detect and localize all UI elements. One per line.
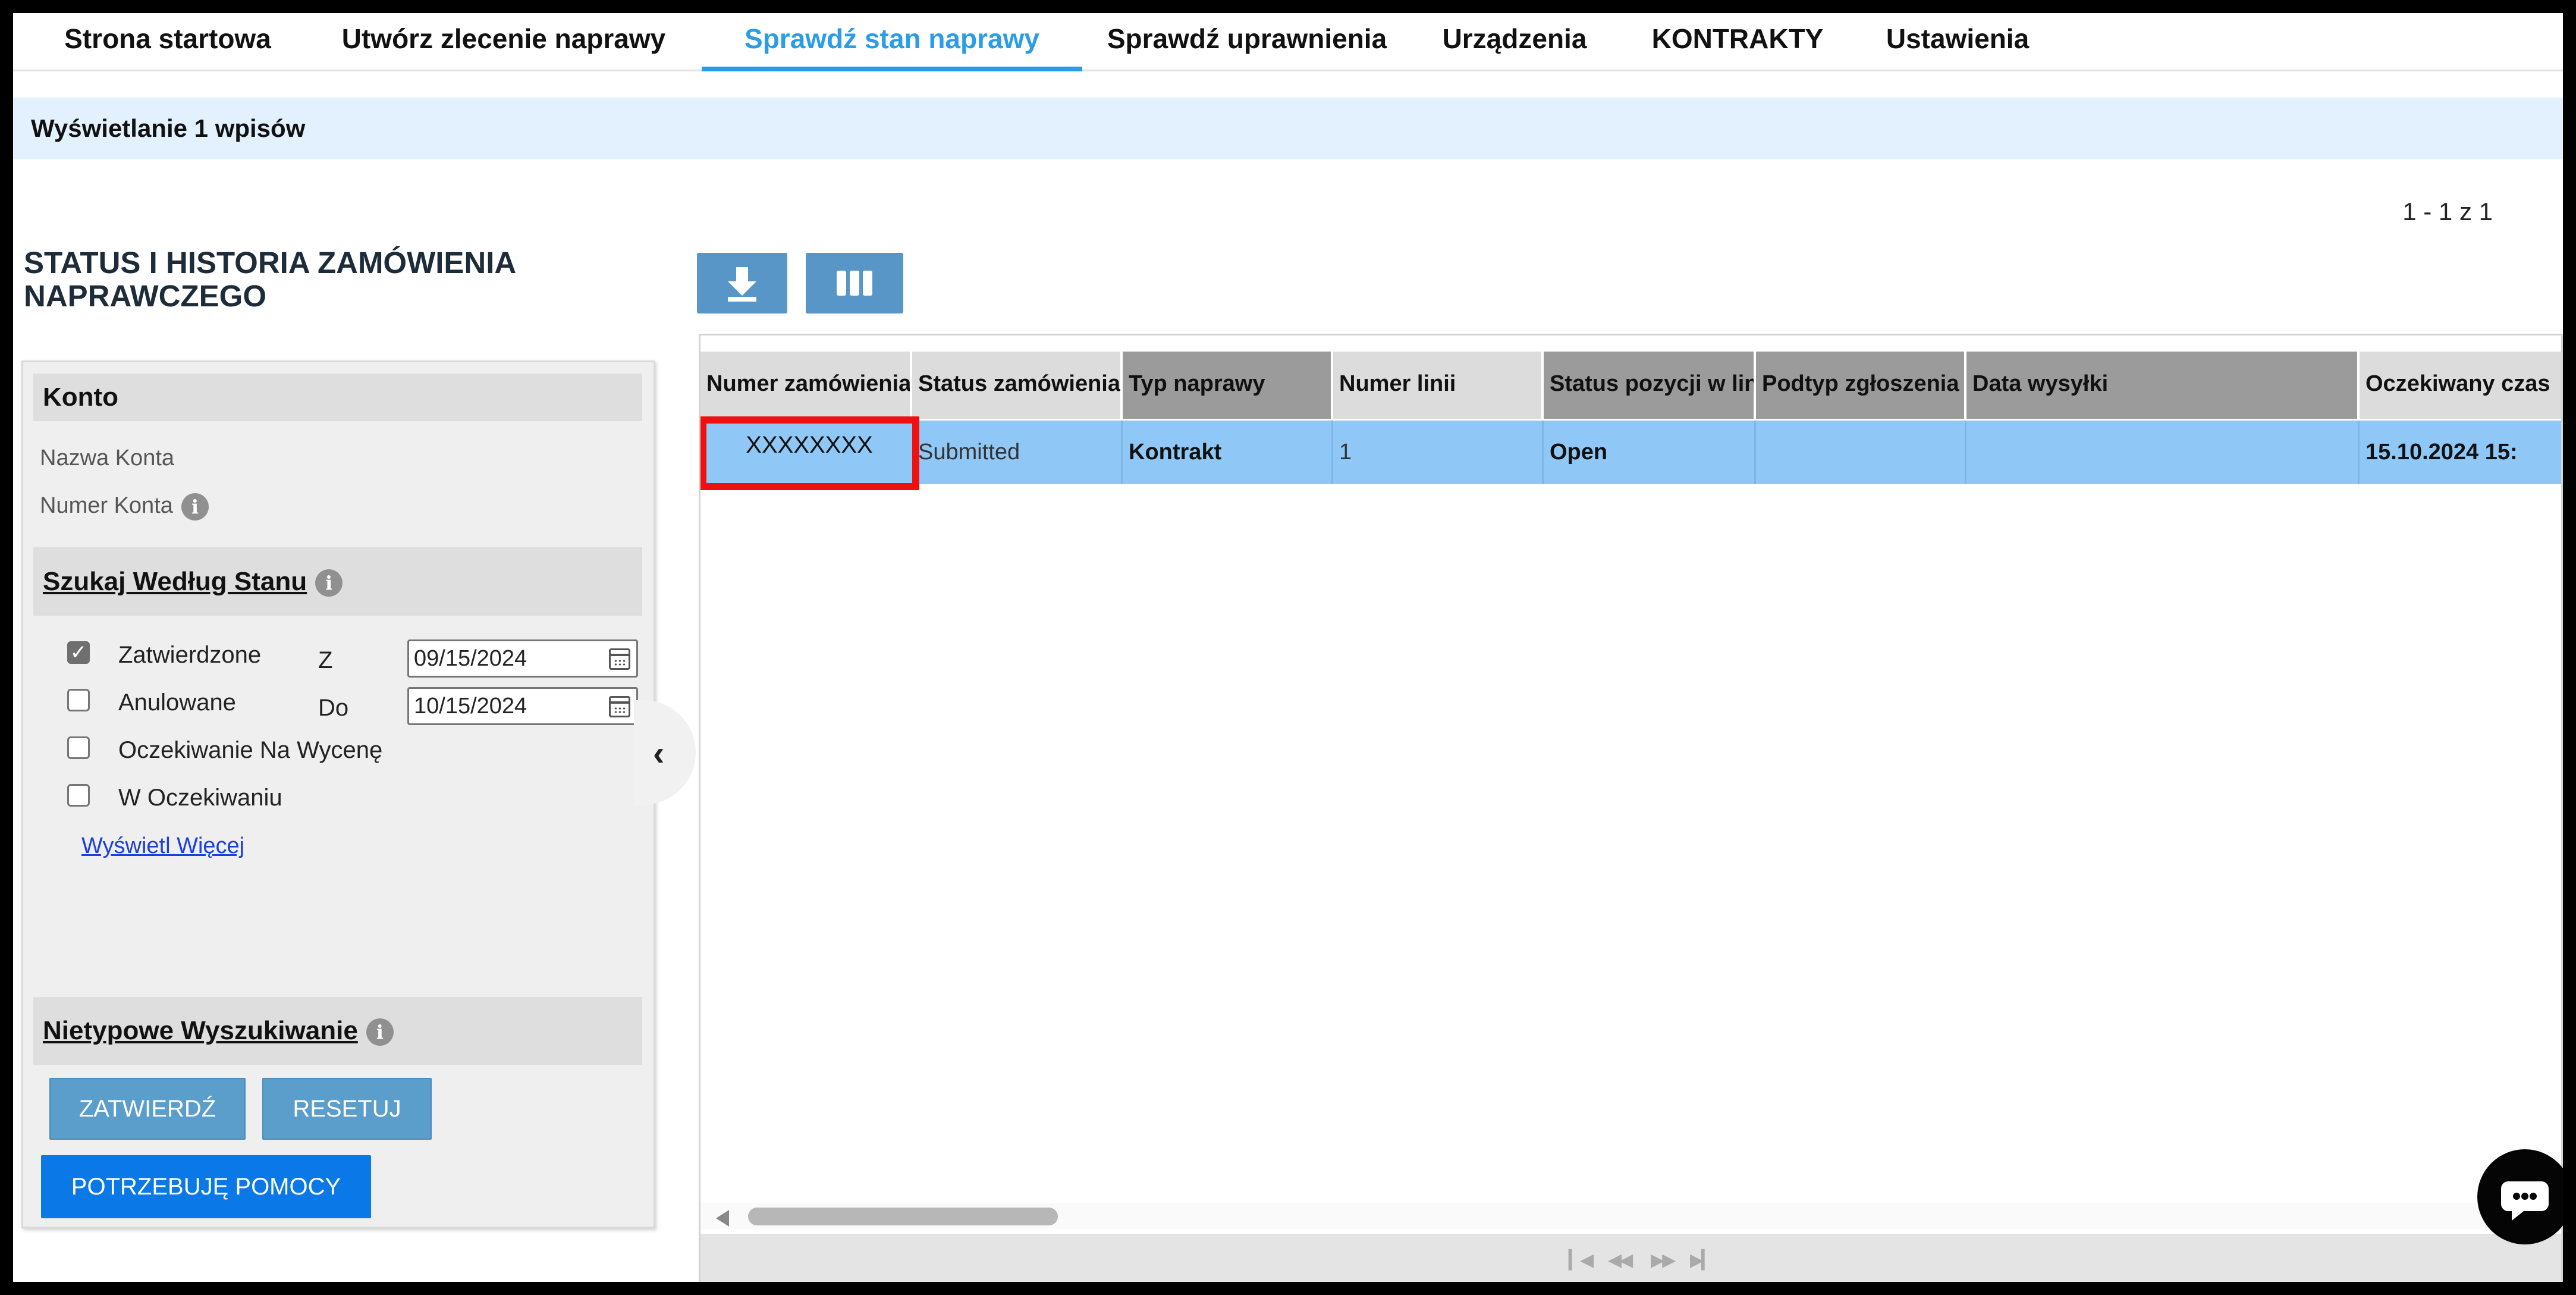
app-frame: Strona startowa Utwórz zlecenie naprawy …: [13, 13, 2563, 1282]
status-option-awaiting-quote[interactable]: Oczekiwanie Na Wycenę: [67, 730, 382, 766]
need-help-button[interactable]: POTRZEBUJĘ POMOCY: [41, 1155, 371, 1218]
status-section-heading: Szukaj Według Stanu i: [33, 547, 642, 616]
tab-check-repair-status[interactable]: Sprawdź stan naprawy: [702, 13, 1082, 71]
date-from-input[interactable]: 09/15/2024: [407, 639, 638, 678]
checkbox[interactable]: [67, 736, 90, 759]
status-option-label: Anulowane: [118, 689, 236, 716]
reset-button[interactable]: RESETUJ: [262, 1078, 432, 1140]
results-info-bar: Wyświetlanie 1 wpisów: [13, 98, 2563, 159]
column-header-repair-type[interactable]: Typ naprawy: [1123, 352, 1333, 419]
account-name-label: Nazwa Konta: [40, 446, 175, 471]
info-icon[interactable]: i: [181, 493, 209, 520]
checkbox-checked[interactable]: ✓: [67, 641, 90, 664]
chevron-left-icon: ‹: [653, 734, 665, 773]
columns-icon: [837, 271, 872, 296]
account-number-label: Numer Konta: [40, 493, 173, 519]
order-status-cell: Submitted: [912, 421, 1123, 484]
checkbox[interactable]: [67, 689, 90, 711]
order-number-cell[interactable]: XXXXXXXX: [700, 416, 919, 490]
status-option-label: Zatwierdzone: [118, 642, 262, 668]
orders-grid: Numer zamówienia Status zamówienia Typ n…: [699, 334, 2563, 1282]
info-icon[interactable]: i: [366, 1018, 394, 1046]
export-button[interactable]: [697, 253, 787, 313]
status-option-label: W Oczekiwaniu: [118, 785, 282, 811]
request-subtype-cell: [1756, 421, 1966, 484]
calendar-icon[interactable]: [609, 696, 630, 717]
account-section-heading: Konto: [33, 374, 642, 421]
status-option-label: Oczekiwanie Na Wycenę: [118, 737, 383, 763]
chat-button[interactable]: [2477, 1149, 2563, 1244]
column-header-order-status[interactable]: Status zamówienia: [912, 352, 1123, 419]
collapse-panel-handle[interactable]: ‹: [634, 700, 696, 805]
ship-date-cell: [1966, 421, 2360, 484]
line-status-cell: Open: [1544, 421, 1756, 484]
tab-check-entitlements[interactable]: Sprawdź uprawnienia: [1095, 13, 1399, 71]
grid-pager: ▎◀ ◀◀ ▶▶ ▶▎: [700, 1234, 2561, 1282]
show-more-link[interactable]: Wyświetl Więcej: [81, 833, 244, 859]
download-icon: [728, 267, 756, 302]
line-number-cell: 1: [1333, 421, 1544, 484]
tab-devices[interactable]: Urządzenia: [1422, 13, 1607, 71]
column-header-order-number[interactable]: Numer zamówienia: [700, 352, 912, 419]
first-page-icon[interactable]: ▎◀: [1569, 1250, 1594, 1271]
submit-button[interactable]: ZATWIERDŹ: [49, 1078, 246, 1140]
top-navigation: Strona startowa Utwórz zlecenie naprawy …: [13, 13, 2563, 71]
calendar-icon[interactable]: [609, 648, 630, 670]
repair-type-cell: Kontrakt: [1123, 421, 1333, 484]
chat-bubble-icon: [2501, 1181, 2549, 1221]
scrollbar-thumb[interactable]: [748, 1208, 1058, 1225]
date-to-value: 10/15/2024: [414, 694, 527, 719]
date-to-label: Do: [318, 695, 349, 721]
column-header-line-status[interactable]: Status pozycji w lin: [1544, 352, 1756, 419]
column-header-expected-time[interactable]: Oczekiwany czas: [2360, 352, 2561, 419]
horizontal-scrollbar[interactable]: [700, 1203, 2561, 1229]
expected-time-cell: 15.10.2024 15:: [2365, 440, 2518, 465]
date-from-label: Z: [318, 647, 333, 673]
tab-contracts[interactable]: KONTRAKTY: [1631, 13, 1845, 71]
custom-search-heading: Nietypowe Wyszukiwanie i: [33, 997, 642, 1065]
column-header-line-number[interactable]: Numer linii: [1333, 352, 1544, 419]
custom-search-toggle[interactable]: Nietypowe Wyszukiwanie: [43, 1016, 358, 1045]
tab-create-repair-order[interactable]: Utwórz zlecenie naprawy: [316, 13, 691, 71]
filter-panel: Konto Nazwa Konta Numer Konta i Szukaj We…: [21, 360, 655, 1228]
last-page-icon[interactable]: ▶▎: [1690, 1250, 1715, 1271]
date-from-value: 09/15/2024: [414, 646, 527, 671]
columns-button[interactable]: [806, 253, 903, 313]
pagination-summary: 1 - 1 z 1: [2402, 197, 2493, 225]
status-option-pending[interactable]: W Oczekiwaniu: [67, 777, 282, 813]
next-page-icon[interactable]: ▶▶: [1651, 1250, 1676, 1271]
status-search-toggle[interactable]: Szukaj Według Stanu: [43, 567, 307, 596]
scroll-left-icon[interactable]: [716, 1210, 729, 1227]
account-number-row: Numer Konta i: [40, 493, 209, 520]
date-to-input[interactable]: 10/15/2024: [407, 687, 638, 725]
previous-page-icon[interactable]: ◀◀: [1608, 1250, 1633, 1271]
page-title: STATUS I HISTORIA ZAMÓWIENIA NAPRAWCZEGO: [24, 246, 516, 313]
column-header-request-subtype[interactable]: Podtyp zgłoszenia p: [1756, 352, 1966, 419]
status-option-cancelled[interactable]: Anulowane: [67, 682, 236, 718]
column-header-ship-date[interactable]: Data wysyłki: [1966, 352, 2360, 419]
status-option-approved[interactable]: ✓ Zatwierdzone: [67, 635, 261, 670]
checkbox[interactable]: [67, 784, 90, 807]
tab-settings[interactable]: Ustawienia: [1868, 13, 2047, 71]
info-icon[interactable]: i: [315, 569, 343, 597]
tab-home[interactable]: Strona startowa: [49, 13, 287, 71]
